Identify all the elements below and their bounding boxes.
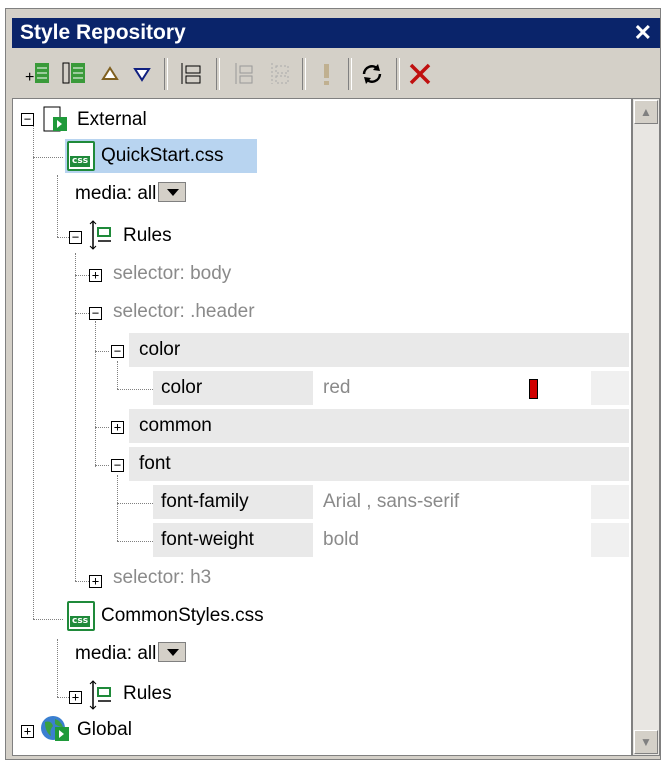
toolbar-separator [396,58,400,90]
property-font-family-value[interactable]: Arial , sans-serif [323,485,459,519]
tree-node-rules[interactable]: Rules [123,677,172,711]
tree-connector [57,639,58,697]
tree-connector [33,125,34,619]
tree-node-quickstart-css[interactable]: QuickStart.css [101,139,223,173]
reset-icon[interactable] [262,58,294,90]
tree-node-group-color[interactable]: color [139,333,180,367]
move-up-icon[interactable] [94,58,126,90]
property-color-name: color [161,377,203,398]
collapse-toggle[interactable]: − [21,113,34,126]
tree-connector [95,321,96,467]
group-band [129,447,629,481]
collapse-toggle[interactable]: − [111,345,124,358]
tree-connector [95,351,109,352]
property-extra-cell [591,523,629,557]
expand-toggle[interactable]: + [69,691,82,704]
important-icon[interactable] [310,58,342,90]
external-folder-icon [41,105,69,140]
expand-all-icon[interactable] [174,58,206,90]
expand-toggle[interactable]: + [89,269,102,282]
tree-connector [75,275,89,276]
property-font-family-name: font-family [161,491,249,512]
css-file-icon: css [67,141,95,171]
style-tree: − External css QuickStart.css media: all… [12,98,632,756]
scroll-up-button[interactable]: ▲ [634,100,658,124]
toolbar-separator [348,58,352,90]
delete-icon[interactable] [404,58,436,90]
toolbar-separator [164,58,168,90]
collapse-icon[interactable] [226,58,258,90]
tree-connector [117,389,153,390]
tree-node-global[interactable]: Global [77,713,132,747]
media-value: all [137,643,157,664]
media-label: media: [75,183,133,204]
scroll-down-button[interactable]: ▼ [634,730,658,754]
expand-toggle[interactable]: + [21,725,34,738]
css-file-icon: css [67,601,95,631]
toolbar: + [12,52,660,96]
property-color-value[interactable]: red [323,371,350,405]
media-dropdown-button[interactable] [158,641,187,662]
rules-icon [87,679,113,716]
media-label: media: [75,643,133,664]
rules-icon [87,219,113,256]
toolbar-separator [216,58,220,90]
expand-toggle[interactable]: + [111,421,124,434]
tree-node-selector-h3[interactable]: selector: h3 [113,561,211,595]
media-value: all [137,183,157,204]
tree-connector [57,697,69,698]
add-global-icon[interactable] [58,58,90,90]
window-title: Style Repository [20,21,186,44]
tree-connector [75,313,89,314]
tree-node-commonstyles-css[interactable]: CommonStyles.css [101,599,264,633]
tree-connector [117,475,118,541]
tree-node-selector-body[interactable]: selector: body [113,257,231,291]
color-swatch[interactable] [529,379,538,399]
tree-connector [95,427,109,428]
tree-connector [95,465,109,466]
globe-icon [39,713,71,750]
media-row: media: all [75,177,187,211]
toolbar-separator [302,58,306,90]
reload-icon[interactable] [356,58,388,90]
tree-connector [57,237,69,238]
tree-node-selector-header[interactable]: selector: .header [113,295,255,329]
css-badge: css [70,156,91,167]
expand-toggle[interactable]: + [89,575,102,588]
tree-node-group-common[interactable]: common [139,409,212,443]
tree-connector [33,157,63,158]
tree-connector [33,619,63,620]
tree-connector [75,581,89,582]
tree-connector [57,175,58,237]
tree-connector [117,503,153,504]
tree-connector [117,361,118,389]
property-extra-cell [591,485,629,519]
media-row: media: all [75,637,187,671]
title-bar: Style Repository ✕ [12,18,660,48]
svg-text:+: + [25,69,34,86]
vertical-scrollbar[interactable]: ▲ ▼ [632,98,660,756]
close-icon[interactable]: ✕ [634,18,652,48]
css-badge: css [70,616,91,627]
collapse-toggle[interactable]: − [69,231,82,244]
tree-node-group-font[interactable]: font [139,447,171,481]
property-font-weight-name: font-weight [161,529,254,550]
collapse-toggle[interactable]: − [89,307,102,320]
property-extra-cell [591,371,629,405]
property-font-weight-value[interactable]: bold [323,523,359,557]
move-down-icon[interactable] [126,58,158,90]
group-band [129,333,629,367]
tree-node-rules[interactable]: Rules [123,219,172,253]
tree-connector [117,541,153,542]
tree-connector [75,253,76,581]
media-dropdown-button[interactable] [158,181,187,202]
tree-node-external[interactable]: External [77,103,147,137]
add-external-icon[interactable]: + [22,58,54,90]
collapse-toggle[interactable]: − [111,459,124,472]
